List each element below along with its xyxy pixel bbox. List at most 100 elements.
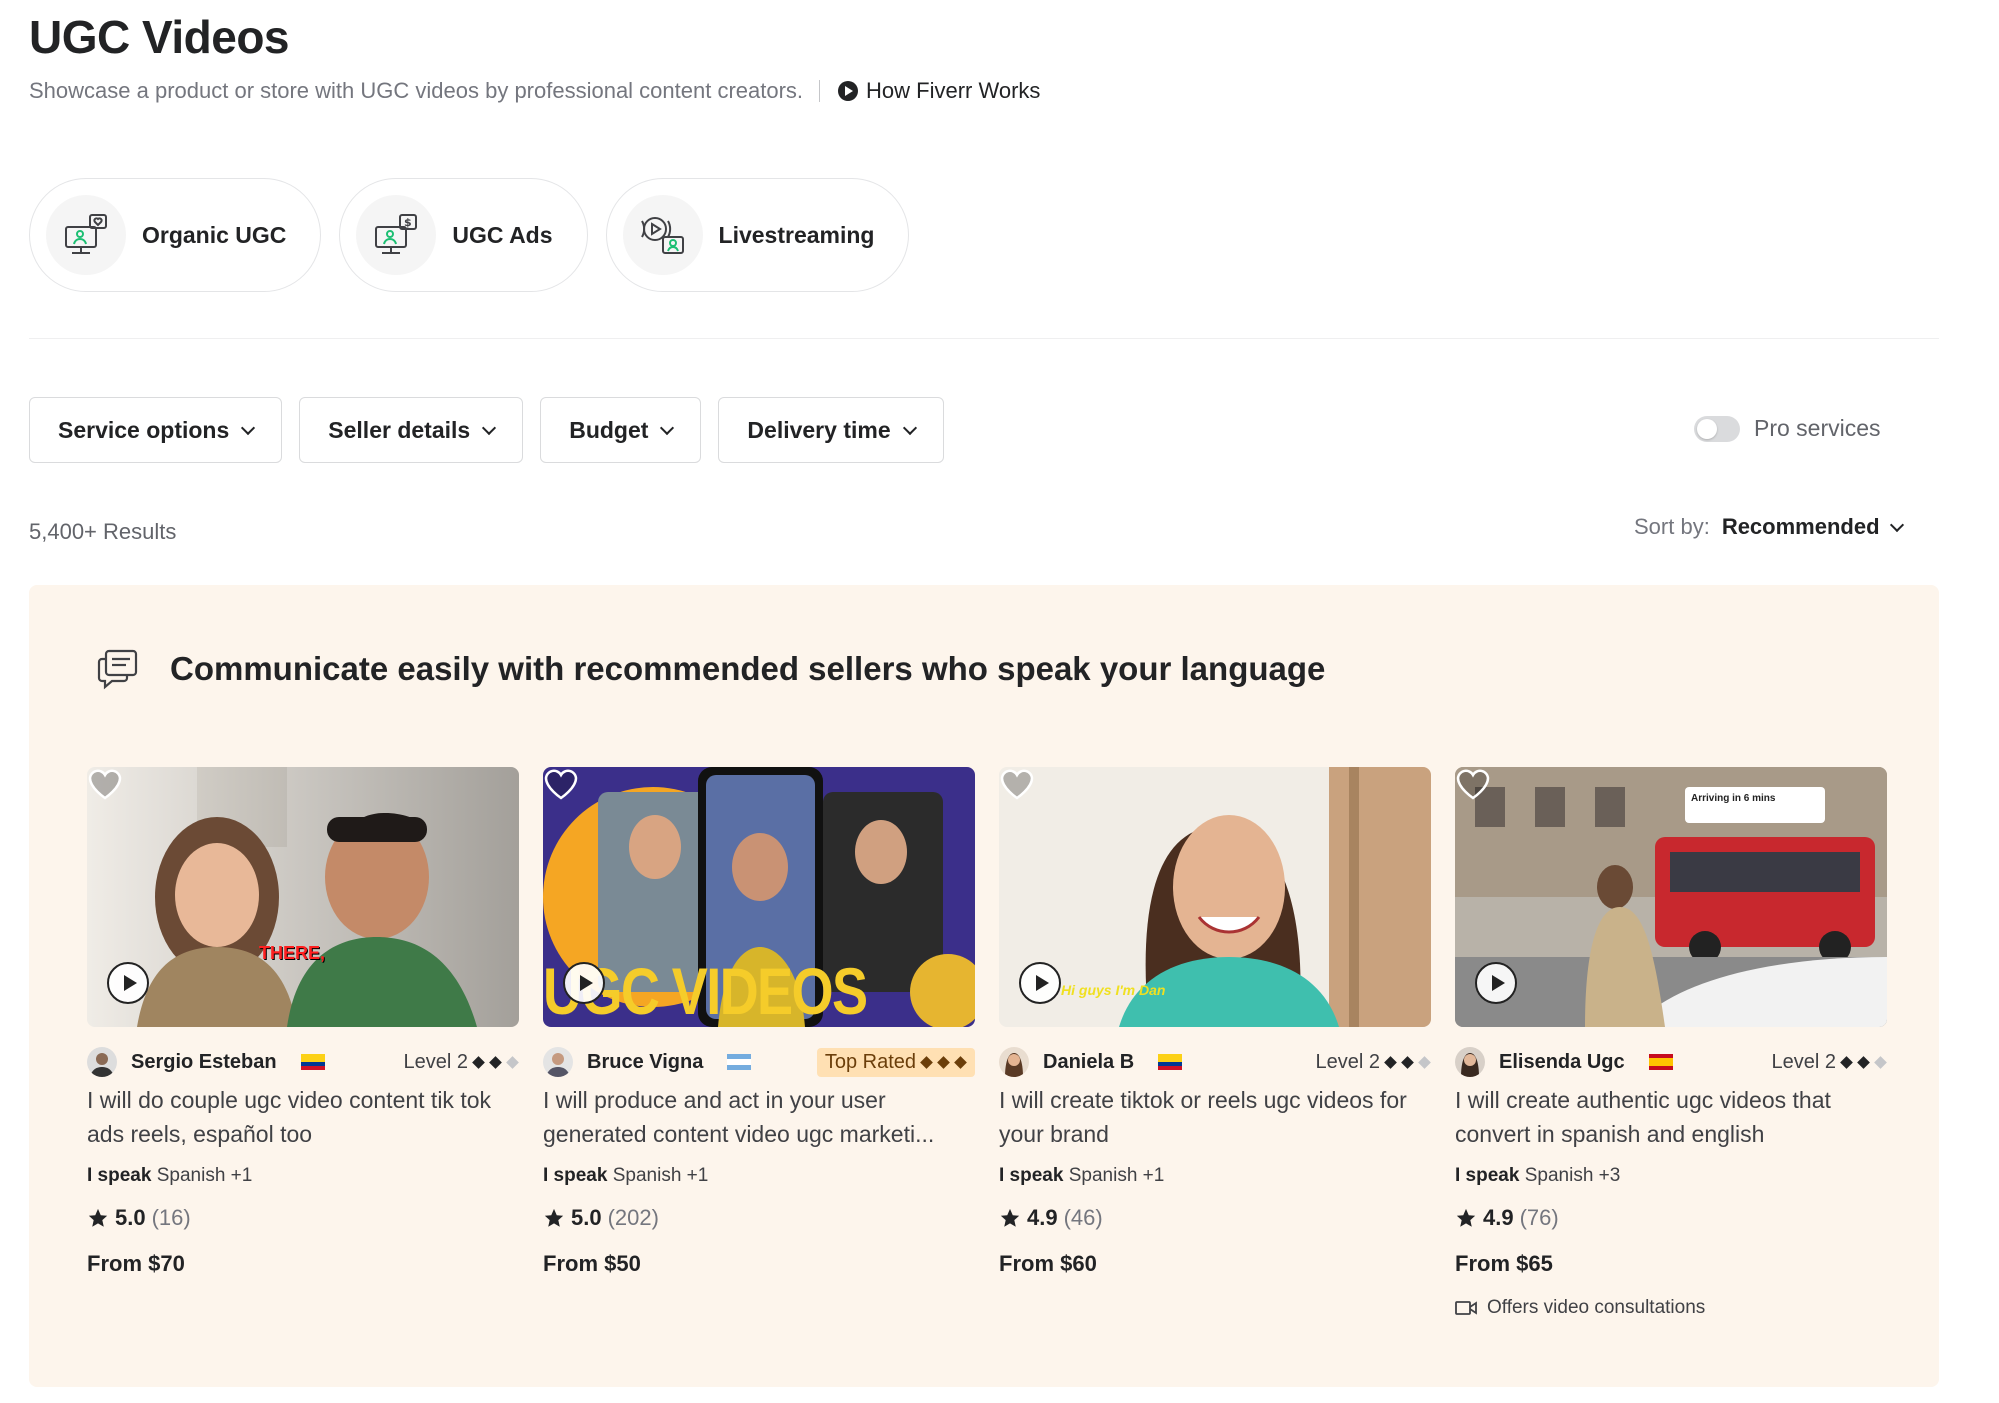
diamond-icon (472, 1055, 485, 1069)
diamond-icon (1840, 1055, 1853, 1069)
rating-score: 4.9 (1027, 1205, 1058, 1230)
gig-title[interactable]: I will produce and act in your user gene… (543, 1083, 975, 1151)
thumbnail-caption: Arriving in 6 mins (1691, 793, 1776, 804)
star-icon (88, 1208, 108, 1227)
filter-seller-details[interactable]: Seller details (299, 397, 524, 463)
chevron-down-icon[interactable] (1889, 517, 1904, 532)
chevron-down-icon (902, 420, 917, 435)
recommended-sellers-panel: Communicate easily with recommended sell… (29, 585, 1939, 1387)
chip-livestreaming[interactable]: Livestreaming (605, 178, 910, 292)
diamond-icon (1874, 1055, 1887, 1069)
video-consultation: Offers video consultations (1455, 1297, 1887, 1319)
diamond-icon (920, 1055, 933, 1069)
level-label: Level 2 (403, 1050, 469, 1073)
page-subtitle: Showcase a product or store with UGC vid… (29, 78, 804, 103)
price: From $65 (1455, 1251, 1553, 1276)
gig-thumbnail[interactable]: THERE, (87, 767, 519, 1027)
play-video-icon[interactable] (1475, 962, 1517, 1004)
avatar[interactable] (543, 1047, 573, 1077)
thumbnail-caption: Hi guys I'm Dan (1061, 982, 1166, 998)
svg-text:$: $ (404, 216, 412, 229)
play-video-icon[interactable] (563, 962, 605, 1004)
avatar[interactable] (87, 1047, 117, 1077)
how-fiverr-works-link[interactable]: How Fiverr Works (838, 78, 1040, 104)
seller-level: Level 2 (1772, 1051, 1888, 1074)
heart-icon[interactable] (543, 767, 579, 801)
chip-organic-ugc[interactable]: Organic UGC (29, 178, 322, 292)
thumbnail-image (87, 767, 519, 1027)
top-rated-badge: Top Rated (816, 1047, 975, 1077)
gig-card[interactable]: UGC VIDEOS Bruce Vigna Top Rated I will … (543, 767, 975, 1319)
spain-flag-icon (1648, 1054, 1673, 1070)
gig-title[interactable]: I will do couple ugc video content tik t… (87, 1083, 519, 1151)
chevron-down-icon (482, 420, 497, 435)
star-icon (1456, 1208, 1476, 1227)
subcategory-chips: Organic UGC $ UGC Ads Livestreaming (29, 178, 910, 292)
filter-budget[interactable]: Budget (540, 397, 702, 463)
gig-card[interactable]: THERE, Sergio Esteban Level 2 I will do … (87, 767, 519, 1319)
chip-label: UGC Ads (452, 221, 553, 248)
heart-icon[interactable] (1455, 767, 1491, 801)
colombia-flag-icon (1158, 1054, 1183, 1070)
sort-dropdown[interactable]: Recommended (1722, 514, 1880, 540)
gig-thumbnail[interactable]: UGC VIDEOS (543, 767, 975, 1027)
how-fiverr-works-label: How Fiverr Works (866, 78, 1041, 103)
filter-bar: Service options Seller details Budget De… (29, 397, 944, 463)
speak-label: I speak (543, 1165, 608, 1186)
play-video-icon[interactable] (1019, 962, 1061, 1004)
chip-ugc-ads[interactable]: $ UGC Ads (339, 178, 588, 292)
pro-services: Pro services (1694, 415, 1881, 442)
level-label: Level 2 (1315, 1050, 1381, 1073)
diamond-icon (1418, 1055, 1431, 1069)
subtitle-row: Showcase a product or store with UGC vid… (29, 76, 1040, 106)
diamond-icon (489, 1055, 502, 1069)
chat-bubbles-icon (97, 649, 138, 690)
video-camera-icon (1455, 1301, 1477, 1315)
monitor-dollar-icon: $ (356, 195, 437, 275)
separator (819, 80, 821, 102)
chevron-down-icon (660, 420, 675, 435)
pro-services-toggle[interactable] (1694, 415, 1740, 442)
seller-name[interactable]: Bruce Vigna (587, 1051, 703, 1074)
price: From $70 (87, 1251, 185, 1276)
panel-title: Communicate easily with recommended sell… (170, 650, 1326, 687)
diamond-icon (1401, 1055, 1414, 1069)
languages-value: Spanish +1 (156, 1165, 253, 1186)
filter-delivery-time[interactable]: Delivery time (718, 397, 944, 463)
diamond-icon (937, 1055, 950, 1069)
filter-service-options[interactable]: Service options (29, 397, 283, 463)
avatar[interactable] (999, 1047, 1029, 1077)
rating: 5.0 (16) (87, 1205, 519, 1231)
gig-card[interactable]: Arriving in 6 mins Elisenda Ugc Level 2 … (1455, 767, 1887, 1319)
diamond-icon (1857, 1055, 1870, 1069)
languages-value: Spanish +1 (1068, 1165, 1165, 1186)
rating: 5.0 (202) (543, 1205, 975, 1231)
seller-level: Level 2 (1316, 1051, 1432, 1074)
rating-score: 4.9 (1483, 1205, 1514, 1230)
languages: I speak Spanish +1 (999, 1165, 1431, 1187)
heart-icon[interactable] (999, 767, 1035, 801)
sort-label: Sort by: (1634, 514, 1710, 539)
heart-icon[interactable] (87, 767, 123, 801)
gig-card[interactable]: Hi guys I'm Dan Daniela B Level 2 I will… (999, 767, 1431, 1319)
rating: 4.9 (76) (1455, 1205, 1887, 1231)
price: From $60 (999, 1251, 1097, 1276)
seller-row: Bruce Vigna Top Rated (543, 1047, 975, 1077)
play-video-icon[interactable] (107, 962, 149, 1004)
gig-title[interactable]: I will create tiktok or reels ugc videos… (999, 1083, 1431, 1151)
avatar[interactable] (1455, 1047, 1485, 1077)
chip-label: Organic UGC (142, 221, 287, 248)
seller-name[interactable]: Daniela B (1043, 1051, 1134, 1074)
livestream-icon (622, 195, 703, 275)
gig-thumbnail[interactable]: Hi guys I'm Dan (999, 767, 1431, 1027)
seller-name[interactable]: Sergio Esteban (131, 1051, 277, 1074)
thumbnail-image (1455, 767, 1887, 1027)
languages: I speak Spanish +1 (87, 1165, 519, 1187)
seller-row: Sergio Esteban Level 2 (87, 1047, 519, 1077)
gig-title[interactable]: I will create authentic ugc videos that … (1455, 1083, 1887, 1151)
gig-thumbnail[interactable]: Arriving in 6 mins (1455, 767, 1887, 1027)
play-circle-icon (838, 81, 859, 101)
seller-name[interactable]: Elisenda Ugc (1499, 1051, 1625, 1074)
seller-row: Elisenda Ugc Level 2 (1455, 1047, 1887, 1077)
speak-label: I speak (1455, 1165, 1520, 1186)
